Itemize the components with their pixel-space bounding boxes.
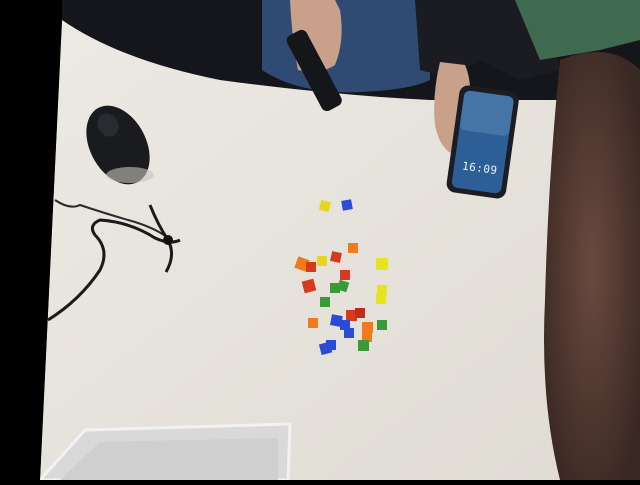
mouse-shadow — [106, 167, 154, 183]
cube — [377, 320, 387, 330]
phone-screen-highlight — [459, 90, 514, 136]
cube — [308, 318, 318, 328]
cube — [330, 251, 342, 263]
person-jeans — [262, 0, 430, 93]
cube — [355, 308, 365, 318]
cube — [362, 322, 373, 333]
cube — [376, 294, 386, 304]
cable-clip — [163, 235, 173, 245]
cube — [344, 328, 354, 338]
cube — [306, 262, 316, 272]
cube — [320, 297, 330, 307]
cube — [376, 258, 388, 270]
cube — [348, 243, 358, 253]
cube — [326, 340, 336, 350]
cube — [317, 256, 327, 266]
cube — [341, 199, 353, 211]
scene: 16:09 — [0, 0, 640, 482]
cube — [377, 285, 387, 295]
photo-scene: 16:09 — [0, 0, 640, 482]
foreground-person — [544, 52, 640, 480]
cube — [340, 270, 350, 280]
cube — [358, 340, 369, 351]
